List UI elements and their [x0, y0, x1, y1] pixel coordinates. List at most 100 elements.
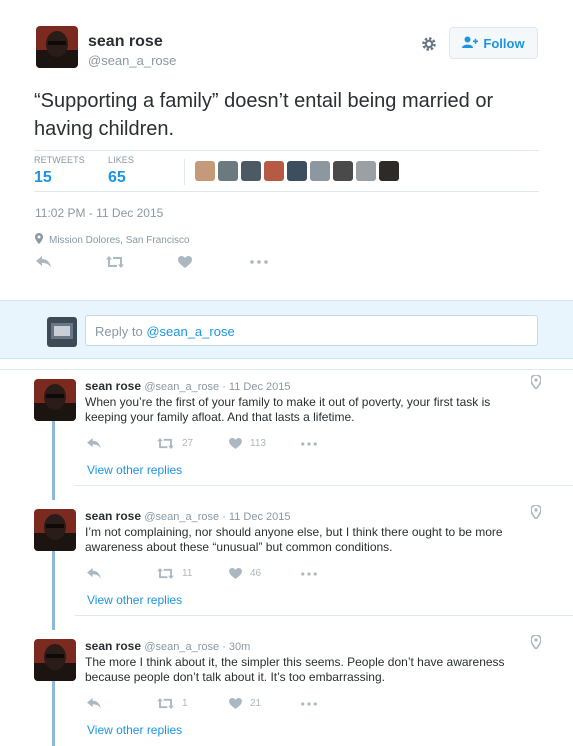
- liker-avatar[interactable]: [356, 161, 376, 181]
- reply-author-name[interactable]: sean rose: [85, 509, 141, 523]
- retweet-icon: [157, 568, 174, 579]
- reply-button[interactable]: [87, 698, 157, 709]
- reply-handle: @sean_a_rose: [146, 324, 235, 339]
- like-count: 46: [250, 568, 262, 579]
- avatar[interactable]: [36, 26, 78, 68]
- divider: [75, 485, 573, 486]
- tweet-actions: [36, 256, 268, 268]
- reply-meta[interactable]: @sean_a_rose · 30m: [144, 641, 250, 653]
- avatar[interactable]: [34, 509, 76, 551]
- tweet-location[interactable]: Mission Dolores, San Francisco: [35, 233, 190, 247]
- like-count: 113: [250, 438, 266, 449]
- reply-actions: 1 21: [87, 698, 317, 709]
- location-pin-icon: [530, 634, 542, 651]
- liker-avatar[interactable]: [218, 161, 238, 181]
- like-button[interactable]: 113: [229, 438, 301, 449]
- reply-meta[interactable]: @sean_a_rose · 11 Dec 2015: [144, 381, 290, 393]
- reply-input[interactable]: Reply to @sean_a_rose: [85, 315, 538, 346]
- reply-icon: [87, 438, 101, 449]
- reply-text: The more I think about it, the simpler t…: [85, 655, 505, 684]
- more-button[interactable]: [301, 701, 317, 706]
- retweet-icon: [157, 698, 174, 709]
- likes-stat[interactable]: LIKES 65: [108, 155, 134, 187]
- retweet-button[interactable]: [106, 256, 178, 268]
- heart-icon: [229, 698, 242, 709]
- retweet-count: 1: [182, 698, 188, 709]
- reply-icon: [36, 256, 51, 268]
- avatar[interactable]: [34, 639, 76, 681]
- like-button[interactable]: [178, 256, 250, 268]
- retweet-icon: [106, 256, 124, 268]
- reply-text: When you’re the first of your family to …: [85, 395, 491, 424]
- more-button[interactable]: [250, 260, 268, 264]
- author-name[interactable]: sean rose: [88, 33, 163, 51]
- reply-prefix: Reply to: [95, 324, 147, 339]
- reply-author-name[interactable]: sean rose: [85, 379, 141, 393]
- likes-label: LIKES: [108, 155, 135, 165]
- thread-line: [52, 678, 55, 746]
- like-button[interactable]: 21: [229, 698, 301, 709]
- retweets-stat[interactable]: RETWEETS 15: [34, 155, 85, 187]
- location-pin-icon: [530, 374, 542, 391]
- reply-meta[interactable]: @sean_a_rose · 11 Dec 2015: [144, 511, 290, 523]
- more-button[interactable]: [301, 571, 317, 576]
- reply-button[interactable]: [87, 438, 157, 449]
- liker-avatar[interactable]: [195, 161, 215, 181]
- follow-button[interactable]: Follow: [449, 27, 538, 59]
- heart-icon: [229, 438, 242, 449]
- reply-button[interactable]: [36, 256, 106, 268]
- tweet-timestamp[interactable]: 11:02 PM - 11 Dec 2015: [35, 206, 163, 220]
- reply-icon: [87, 568, 101, 579]
- divider: [0, 369, 573, 370]
- gear-icon[interactable]: [420, 35, 438, 53]
- thread-line: [52, 418, 55, 500]
- retweet-button[interactable]: 1: [157, 698, 229, 709]
- main-tweet: sean rose @sean_a_rose Follow “Supportin…: [0, 0, 573, 300]
- retweet-count: 27: [182, 438, 194, 449]
- retweet-icon: [157, 438, 174, 449]
- reply-actions: 11 46: [87, 568, 317, 579]
- location-pin-icon: [530, 504, 542, 521]
- more-icon: [301, 441, 317, 446]
- location-label: Mission Dolores, San Francisco: [49, 234, 190, 246]
- retweet-button[interactable]: 27: [157, 438, 229, 449]
- heart-icon: [229, 568, 242, 579]
- reply-bar: Reply to @sean_a_rose: [0, 300, 573, 359]
- more-button[interactable]: [301, 441, 317, 446]
- view-other-replies-link[interactable]: View other replies: [87, 463, 182, 477]
- tweet-stats: RETWEETS 15 LIKES 65: [34, 150, 539, 192]
- thread-line: [52, 548, 55, 630]
- reply-author-name[interactable]: sean rose: [85, 639, 141, 653]
- liker-avatars: [195, 161, 399, 181]
- liker-avatar[interactable]: [379, 161, 399, 181]
- liker-avatar[interactable]: [264, 161, 284, 181]
- reply-actions: 27 113: [87, 438, 317, 449]
- liker-avatar[interactable]: [333, 161, 353, 181]
- current-user-avatar: [47, 317, 77, 347]
- stats-divider: [184, 159, 185, 185]
- author-handle[interactable]: @sean_a_rose: [88, 53, 176, 68]
- add-user-icon: [462, 36, 479, 51]
- reply-text: I’m not complaining, nor should anyone e…: [85, 525, 503, 554]
- location-pin-icon: [35, 233, 43, 247]
- liker-avatar[interactable]: [241, 161, 261, 181]
- heart-icon: [178, 256, 192, 268]
- reply-header: sean rose @sean_a_rose · 11 Dec 2015: [85, 379, 291, 393]
- retweet-count: 11: [182, 568, 193, 579]
- more-icon: [250, 260, 268, 264]
- more-icon: [301, 701, 317, 706]
- like-button[interactable]: 46: [229, 568, 301, 579]
- view-other-replies-link[interactable]: View other replies: [87, 593, 182, 607]
- likes-count: 65: [108, 169, 126, 186]
- tweet-text: “Supporting a family” doesn’t entail bei…: [34, 90, 494, 140]
- retweet-button[interactable]: 11: [157, 568, 229, 579]
- liker-avatar[interactable]: [287, 161, 307, 181]
- liker-avatar[interactable]: [310, 161, 330, 181]
- divider: [75, 615, 573, 616]
- retweets-label: RETWEETS: [34, 155, 85, 165]
- reply-header: sean rose @sean_a_rose · 30m: [85, 639, 250, 653]
- avatar[interactable]: [34, 379, 76, 421]
- reply-button[interactable]: [87, 568, 157, 579]
- view-other-replies-link[interactable]: View other replies: [87, 723, 182, 737]
- reply-header: sean rose @sean_a_rose · 11 Dec 2015: [85, 509, 291, 523]
